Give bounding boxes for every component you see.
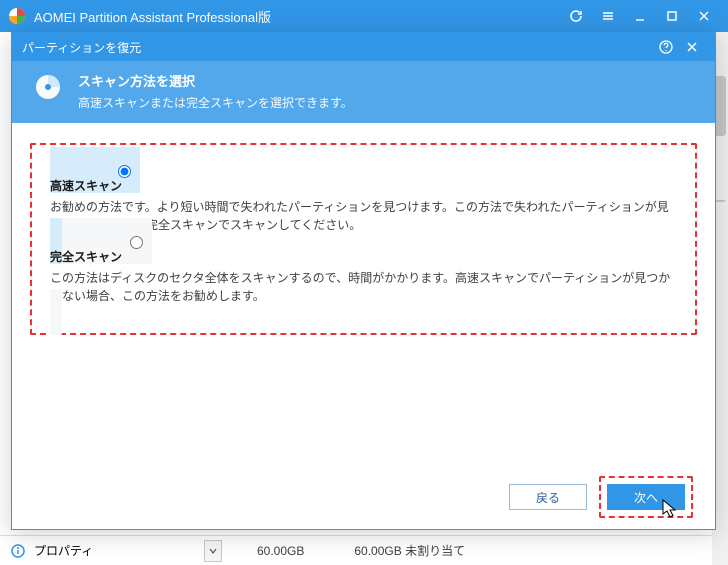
status-disk-bar: プロパティ 60.00GB 60.00GB 未割り当て [0, 535, 712, 565]
close-button[interactable] [688, 0, 720, 32]
dialog-close-button[interactable] [679, 33, 705, 61]
disk-size: 60.00GB [257, 544, 304, 558]
help-button[interactable] [653, 33, 679, 61]
fast-scan-title: 高速スキャン [50, 177, 677, 194]
refresh-button[interactable] [560, 0, 592, 32]
main-titlebar: AOMEI Partition Assistant Professional版 [0, 0, 728, 32]
disk-scan-icon [32, 71, 64, 103]
full-scan-radio[interactable] [130, 236, 143, 249]
recover-partition-dialog: パーティションを復元 スキャン方法を選択 高速スキャンまたは完全スキャンを選択で… [11, 32, 716, 530]
disk-status: 60.00GB 未割り当て [354, 542, 465, 559]
back-button[interactable]: 戻る [509, 484, 587, 510]
properties-dropdown-toggle[interactable] [204, 540, 222, 562]
dialog-header: スキャン方法を選択 高速スキャンまたは完全スキャンを選択できます。 [12, 61, 715, 123]
app-logo-icon [8, 7, 26, 25]
dialog-body: 高速スキャン お勧めの方法です。より短い時間で失われたパーティションを見つけます… [12, 123, 715, 465]
full-scan-title: 完全スキャン [50, 248, 677, 265]
dialog-header-subtitle: 高速スキャンまたは完全スキャンを選択できます。 [78, 94, 353, 111]
full-scan-option[interactable]: 完全スキャン この方法はディスクのセクタ全体をスキャンするので、時間がかかります… [50, 218, 677, 335]
dialog-footer: 戻る 次へ [12, 465, 715, 529]
dialog-titlebar: パーティションを復元 [12, 33, 715, 61]
maximize-button[interactable] [656, 0, 688, 32]
properties-label[interactable]: プロパティ [34, 542, 204, 559]
disk-info: 60.00GB 60.00GB 未割り当て [257, 542, 465, 559]
minimize-button[interactable] [624, 0, 656, 32]
dialog-header-title: スキャン方法を選択 [78, 71, 353, 90]
next-button[interactable]: 次へ [607, 484, 685, 510]
full-scan-desc: この方法はディスクのセクタ全体をスキャンするので、時間がかかります。高速スキャン… [50, 269, 677, 305]
main-window-title: AOMEI Partition Assistant Professional版 [34, 7, 560, 26]
info-icon [10, 543, 26, 559]
dialog-title: パーティションを復元 [22, 39, 653, 56]
scan-options-group: 高速スキャン お勧めの方法です。より短い時間で失われたパーティションを見つけます… [30, 143, 697, 335]
fast-scan-radio[interactable] [118, 165, 131, 178]
menu-button[interactable] [592, 0, 624, 32]
next-button-highlight: 次へ [599, 476, 693, 518]
